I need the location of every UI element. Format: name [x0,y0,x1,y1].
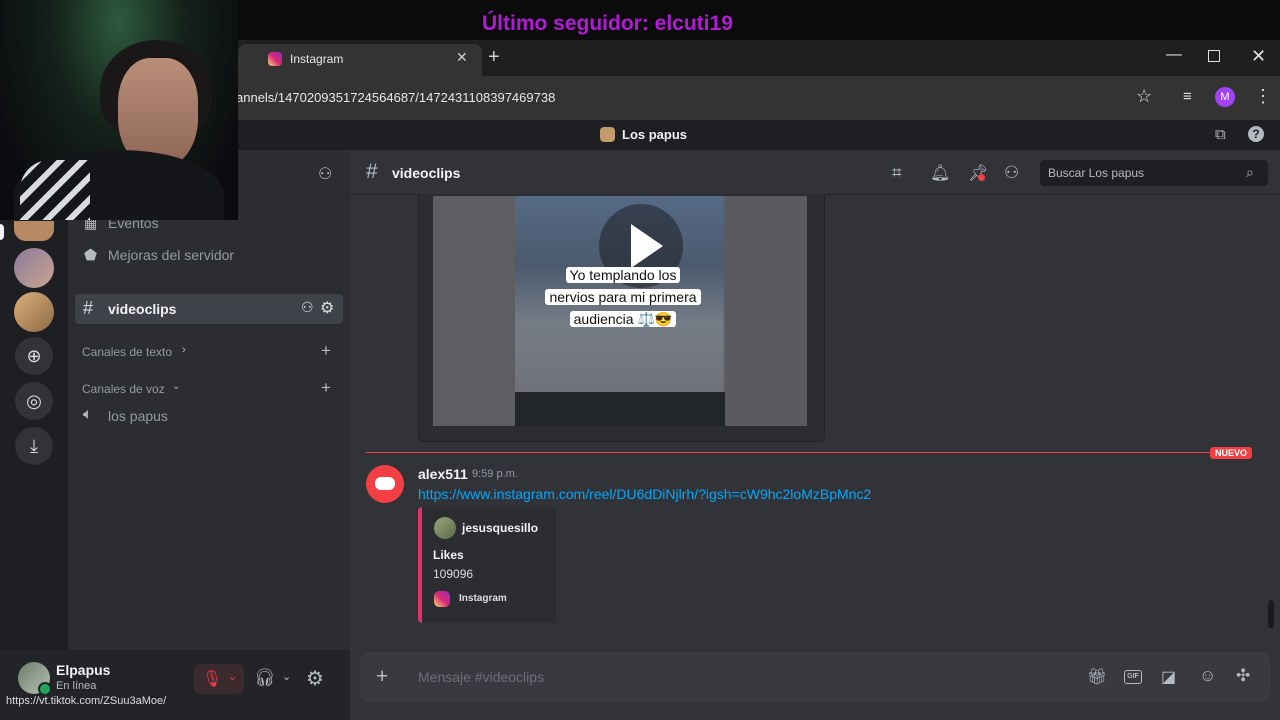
pin-badge [978,174,985,181]
webcam-overlay [0,0,238,220]
chevron-down-icon: ⌄ [172,381,181,392]
user-status-text: En línea [56,680,97,692]
video-bottom-strip [515,392,725,426]
emoji-icon[interactable]: ☺ [1199,666,1216,686]
embed-author-avatar [434,517,456,539]
embed-field-name: Likes [433,548,464,562]
member-list-icon[interactable]: ⚇ [1004,163,1019,183]
attach-plus-icon[interactable]: + [376,665,388,689]
create-invite-icon[interactable]: ⚇ [301,299,314,316]
message-timestamp: 9:59 p.m. [472,468,518,480]
threads-icon[interactable]: ⌗ [892,163,902,183]
window-close-icon[interactable]: ✕ [1251,46,1266,67]
chevron-down-icon[interactable]: ⌄ [282,670,291,683]
search-icon: ⌕ [1246,164,1254,180]
instagram-icon [434,591,450,607]
channel-item-videoclips[interactable]: # videoclips ⚇ ⚙ [75,294,343,324]
boost-icon: ⬟ [84,247,98,264]
help-icon[interactable]: ? [1248,126,1264,142]
message-composer[interactable]: + Mensaje #videoclips 🎁︎ GIF ◪ ☺ ✣ [360,652,1270,702]
tab-close-icon[interactable]: ✕ [456,49,468,66]
gif-icon[interactable]: GIF [1124,670,1142,684]
mute-button[interactable]: 🎙︎ ⌄ [194,664,244,694]
server-icon-small [600,127,615,142]
author-avatar[interactable] [366,465,404,503]
video-caption: Yo templando los nervios para mi primera… [523,264,723,330]
sticker-icon[interactable]: ◪ [1161,667,1176,687]
channel-label: videoclips [108,301,177,317]
add-voice-channel-icon[interactable]: + [321,378,331,398]
text-channels-category[interactable]: Canales de texto [82,345,172,359]
add-text-channel-icon[interactable]: + [321,341,331,361]
download-icon[interactable]: ⤓ [15,427,53,465]
server-icon-3[interactable] [14,292,54,332]
browser-tab-instagram[interactable]: Instagram ✕ [238,44,482,76]
speaker-icon: 🔈︎ [83,406,93,423]
muted-mic-icon: 🎙︎ [202,671,223,688]
message-input[interactable]: Mensaje #videoclips [418,669,544,685]
inbox-icon[interactable]: ⧉ [1215,126,1226,143]
address-bar[interactable]: annels/1470209351724564687/1472431108397… [236,90,555,105]
restore-icon[interactable] [1208,50,1220,62]
voice-channel-los-papus[interactable]: los papus [108,408,168,424]
last-follower-text: Último seguidor: elcuti19 [482,12,733,35]
invite-people-icon[interactable]: ⚇ [318,164,332,184]
discord-logo-icon [375,477,395,490]
message-link[interactable]: https://www.instagram.com/reel/DU6dDiNjl… [418,486,871,502]
server-icon-1[interactable] [14,221,54,241]
server-icon-2[interactable] [14,248,54,288]
message-author[interactable]: alex511 [418,466,468,482]
hashtag-icon: # [83,298,94,318]
new-badge: NUEVO [1210,447,1253,459]
caption-line-2: nervios para mi primera [545,289,701,305]
media-control-icon[interactable]: ≡ [1183,88,1192,105]
link-embed: jesusquesillo Likes 109096 Instagram [418,507,556,623]
username: Elpapus [56,662,111,678]
search-placeholder: Buscar Los papus [1048,166,1145,180]
server-boosts-item[interactable]: Mejoras del servidor [108,247,234,263]
video-thumbnail[interactable]: Yo templando los nervios para mi primera… [433,196,807,426]
profile-avatar[interactable]: M [1215,87,1235,107]
instagram-favicon-icon [268,52,282,66]
new-tab-icon[interactable]: + [488,46,500,69]
jacket-stripes [20,160,90,220]
gift-icon[interactable]: 🎁︎ [1087,667,1107,687]
bookmark-star-icon[interactable]: ☆ [1136,86,1152,107]
discord-titlebar [238,120,1280,150]
embed-footer: Instagram [459,593,507,604]
tab-title: Instagram [290,52,344,66]
channel-settings-gear-icon[interactable]: ⚙ [320,298,334,318]
play-icon [631,224,663,268]
discover-compass-icon[interactable]: ◎ [15,382,53,420]
chat-scrollbar-thumb[interactable] [1268,600,1274,628]
user-settings-gear-icon[interactable]: ⚙ [306,666,324,691]
chevron-down-icon: ⌄ [228,671,238,683]
search-input[interactable]: Buscar Los papus ⌕ [1040,160,1268,186]
caption-line-3: audiencia ⚖️😎 [569,311,677,327]
apps-icon[interactable]: ✣ [1236,666,1250,686]
caption-line-1: Yo templando los [565,267,681,283]
link-hover-status: https://vt.tiktok.com/ZSuu3aMoe/ [0,694,173,714]
server-selected-indicator [0,224,4,240]
browser-menu-icon[interactable]: ⋮ [1254,86,1272,107]
hashtag-icon: # [366,160,378,183]
channel-title: videoclips [392,165,461,181]
embed-field-value: 109096 [433,567,474,581]
minimize-icon[interactable]: — [1166,46,1182,64]
notification-bell-icon[interactable]: 🔔︎ [930,163,950,183]
server-title: Los papus [622,127,688,142]
voice-channels-category[interactable]: Canales de voz [82,382,165,396]
add-server-icon[interactable]: ⊕ [15,337,53,375]
new-messages-divider [366,452,1210,453]
embed-author[interactable]: jesusquesillo [462,521,538,535]
chevron-right-icon: › [182,344,186,356]
headphones-icon[interactable]: 🎧︎ [254,668,276,688]
